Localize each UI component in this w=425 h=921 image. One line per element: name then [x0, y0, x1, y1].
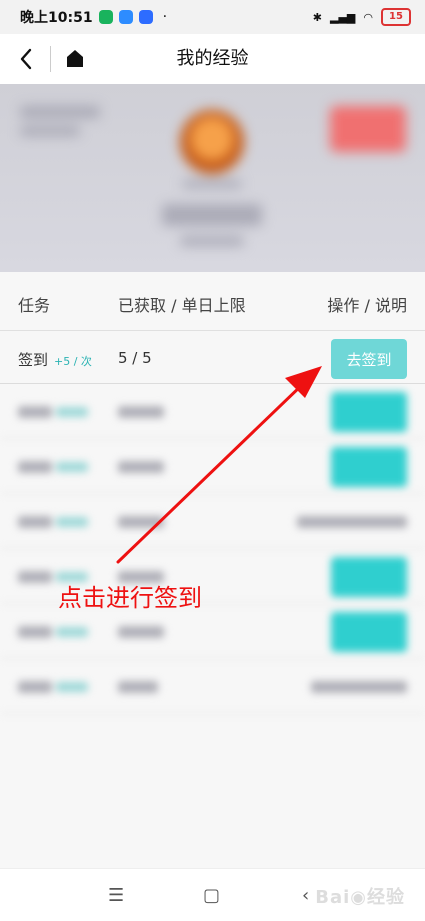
blurred-text	[118, 406, 164, 418]
blurred-text	[182, 180, 242, 188]
blurred-text	[297, 516, 407, 528]
wifi-icon: ◠	[363, 10, 373, 24]
annotation-text: 点击进行签到	[58, 584, 202, 612]
status-right: ✱ ▂▄▆ ◠ 15	[313, 8, 411, 26]
table-row	[0, 494, 425, 549]
bluetooth-icon: ✱	[312, 10, 322, 24]
status-dot: ·	[162, 9, 168, 25]
table-row	[0, 384, 425, 439]
task-name: 签到 +5 / 次	[18, 349, 92, 370]
header-progress: 已获取 / 单日上限	[118, 296, 246, 315]
blurred-text	[20, 106, 100, 118]
blurred-text	[56, 682, 88, 692]
back-triangle-icon[interactable]: ‹	[302, 885, 309, 906]
blurred-red-button	[330, 106, 406, 152]
blurred-text	[118, 681, 158, 693]
blurred-action-button[interactable]	[331, 447, 407, 487]
status-time: 晚上10:51	[20, 10, 93, 26]
topbar-divider	[50, 46, 51, 72]
blurred-text	[18, 681, 52, 693]
header-action: 操作 / 说明	[327, 296, 407, 315]
back-button[interactable]	[16, 46, 38, 72]
task-progress: 5 / 5	[118, 349, 152, 367]
header-task: 任务	[18, 296, 51, 315]
avatar	[180, 110, 244, 174]
blurred-action-button[interactable]	[331, 612, 407, 652]
table-row	[0, 439, 425, 494]
blurred-action-button[interactable]	[331, 392, 407, 432]
blurred-text	[56, 627, 88, 637]
task-table: 任务 已获取 / 单日上限 操作 / 说明 签到 +5 / 次 5 / 5 去签到	[0, 272, 425, 714]
page-title: 我的经验	[176, 48, 249, 69]
blurred-text	[56, 462, 88, 472]
blurred-text	[118, 626, 164, 638]
banner-blurred-content	[0, 84, 425, 272]
blurred-text	[18, 461, 52, 473]
home-button[interactable]	[66, 48, 84, 68]
system-nav-bar: ☰ ▢ ‹ Bai◉经验	[0, 868, 425, 921]
bluetooth-app-icon	[138, 10, 153, 24]
table-row	[0, 659, 425, 714]
menu-icon[interactable]: ☰	[108, 885, 124, 906]
blurred-text	[20, 126, 80, 136]
blurred-text	[311, 681, 407, 693]
battery-icon: 15	[381, 8, 411, 26]
top-app-bar: 我的经验	[0, 34, 425, 84]
blurred-text	[18, 571, 52, 583]
profile-banner	[0, 84, 425, 272]
home-square-icon[interactable]: ▢	[203, 885, 220, 906]
blurred-text	[118, 516, 164, 528]
table-row-signin: 签到 +5 / 次 5 / 5 去签到	[0, 331, 425, 384]
blurred-text	[56, 517, 88, 527]
blurred-text	[18, 406, 52, 418]
blurred-text	[162, 204, 262, 226]
message-icon	[118, 10, 133, 24]
baidu-watermark-logo: Bai◉经验	[315, 887, 405, 908]
blurred-action-button[interactable]	[331, 557, 407, 597]
blurred-text	[18, 516, 52, 528]
blurred-text	[56, 407, 88, 417]
home-icon	[67, 50, 83, 67]
task-rate: +5 / 次	[54, 355, 92, 368]
chevron-left-icon	[20, 48, 32, 70]
shield-icon	[98, 10, 113, 24]
status-bar: 晚上10:51 · ✱ ▂▄▆ ◠ 15	[0, 0, 425, 34]
task-label: 签到	[18, 351, 49, 369]
blurred-text	[118, 461, 164, 473]
blurred-text	[18, 626, 52, 638]
signin-button[interactable]: 去签到	[331, 339, 407, 379]
table-header: 任务 已获取 / 单日上限 操作 / 说明	[0, 272, 425, 331]
blurred-text	[180, 236, 244, 246]
signal-icon: ▂▄▆	[330, 10, 356, 24]
